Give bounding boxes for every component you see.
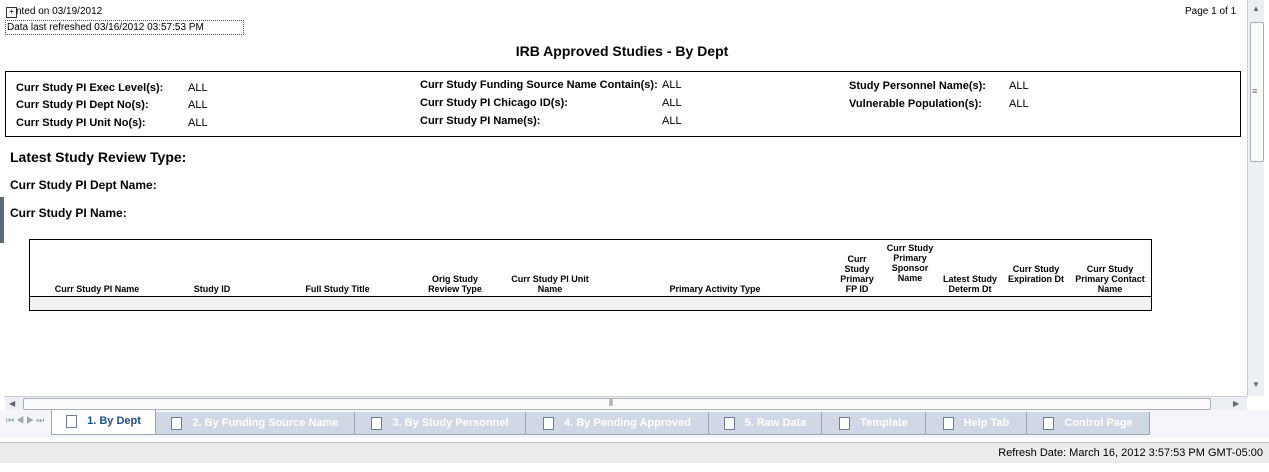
prompt-value: ALL [1009,80,1029,92]
scroll-left-icon[interactable]: ◀ [9,399,15,408]
column-header[interactable]: Curr Study PI Unit Name [500,274,600,294]
document-icon [723,416,735,430]
column-header[interactable]: Curr Study PI Name [30,284,164,294]
column-header[interactable]: Curr Study Primary FP ID [836,254,878,294]
vertical-scrollbar[interactable]: ▲ ≡ ▼ [1247,0,1264,396]
tab-label: 1. By Dept [87,415,141,427]
data-refreshed-text: Data last refreshed 03/16/2012 03:57:53 … [5,20,244,35]
sheet-tab-bar: ⏮◀▶⏭ 1. By Dept 2. By Funding Source Nam… [0,410,1269,438]
prompt-value: ALL [662,97,682,109]
tab-by-funding-source[interactable]: 2. By Funding Source Name [155,412,355,435]
prompt-value: ALL [188,82,208,94]
report-title: IRB Approved Studies - By Dept [515,43,729,59]
prompt-label: Curr Study PI Chicago ID(s): [420,97,568,109]
tab-label: 4. By Pending Approved [564,417,691,429]
prompt-label: Study Personnel Name(s): [849,80,986,92]
horizontal-scroll-thumb[interactable] [23,398,1211,410]
document-icon [942,416,954,430]
report-area: + nted on 03/19/2012 Data last refreshed… [0,0,1248,396]
grip-icon: ≡ [1252,86,1258,96]
prompt-label: Curr Study Funding Source Name Contain(s… [420,79,658,91]
dept-name-heading: Curr Study PI Dept Name: [10,178,157,192]
tab-template[interactable]: Template [821,412,926,435]
prompt-label: Vulnerable Population(s): [849,98,982,110]
document-icon [543,416,555,430]
document-icon [1043,416,1055,430]
table-row [30,296,1151,310]
tab-label: Control Page [1064,417,1133,429]
document-icon [839,416,851,430]
refresh-date-status: Refresh Date: March 16, 2012 3:57:53 PM … [998,447,1263,459]
prompt-value: ALL [1009,98,1029,110]
document-icon [171,416,183,430]
tab-label: 5. Raw Data [744,417,807,429]
review-type-heading: Latest Study Review Type: [10,149,187,165]
column-header[interactable]: Curr Study Primary Sponsor Name [886,243,934,283]
prompt-label: Curr Study PI Unit No(s): [16,117,146,129]
tab-by-pending-approved[interactable]: 4. By Pending Approved [525,412,709,435]
column-header[interactable]: Full Study Title [285,284,390,294]
expand-panel-handle[interactable] [0,197,4,243]
prompt-label: Curr Study PI Dept No(s): [16,99,149,111]
tab-label: 2. By Funding Source Name [192,417,339,429]
column-header[interactable]: Primary Activity Type [630,284,800,294]
tab-control-page[interactable]: Control Page [1026,412,1150,435]
prompt-summary-box: Curr Study PI Exec Level(s): ALL Curr St… [5,71,1241,137]
document-icon [371,416,383,430]
prompt-value: ALL [188,117,208,129]
prompt-value: ALL [662,115,682,127]
column-header[interactable]: Orig Study Review Type [425,274,485,294]
page-indicator: Page 1 of 1 [1185,6,1237,17]
scroll-up-icon[interactable]: ▲ [1252,4,1260,13]
tab-label: Help Tab [963,417,1010,429]
column-header[interactable]: Curr Study Primary Contact Name [1075,264,1145,294]
column-header[interactable]: Curr Study Expiration Dt [1008,264,1064,284]
prompt-label: Curr Study PI Name(s): [420,115,541,127]
prompt-value: ALL [662,79,682,91]
prompt-label: Curr Study PI Exec Level(s): [16,82,164,94]
scroll-down-icon[interactable]: ▼ [1252,380,1260,389]
tab-by-dept[interactable]: 1. By Dept [51,410,156,435]
status-bar: Refresh Date: March 16, 2012 3:57:53 PM … [0,442,1269,463]
tab-raw-data[interactable]: 5. Raw Data [708,412,822,435]
tab-by-study-personnel[interactable]: 3. By Study Personnel [354,412,526,435]
column-header[interactable]: Latest Study Determ Dt [940,274,1000,294]
studies-table: Curr Study PI Name Study ID Full Study T… [29,239,1152,311]
column-header[interactable]: Study ID [170,284,254,294]
tab-label: Template [860,417,908,429]
document-icon [66,414,78,428]
horizontal-scrollbar[interactable]: ◀ ⦀ ▶ [5,396,1247,411]
printed-on-text: nted on 03/19/2012 [16,6,103,17]
scroll-right-icon[interactable]: ▶ [1233,399,1239,408]
tab-help[interactable]: Help Tab [925,412,1027,435]
pi-name-heading: Curr Study PI Name: [10,206,127,220]
tab-label: 3. By Study Personnel [392,417,509,429]
tab-nav-arrows-icon[interactable]: ⏮◀▶⏭ [6,415,46,426]
grip-icon: ⦀ [609,398,613,408]
prompt-value: ALL [188,99,208,111]
